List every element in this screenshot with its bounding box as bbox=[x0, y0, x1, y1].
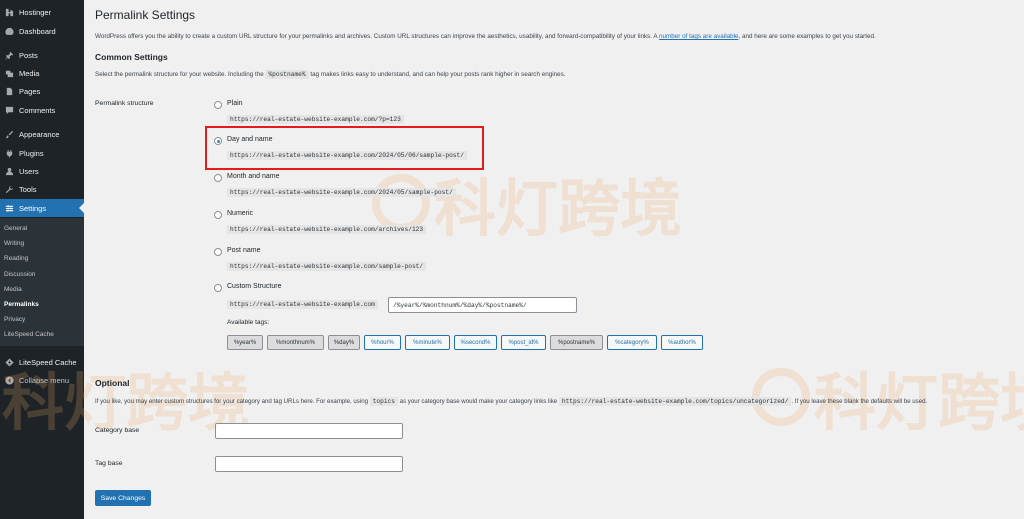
submenu-writing[interactable]: Writing bbox=[4, 240, 24, 247]
submenu-litespeed-cache[interactable]: LiteSpeed Cache bbox=[4, 331, 54, 338]
option-example-post-name: https://real-estate-website-example.com/… bbox=[227, 262, 427, 271]
submenu-privacy[interactable]: Privacy bbox=[4, 316, 25, 323]
page-icon bbox=[4, 86, 14, 96]
menu-label: LiteSpeed Cache bbox=[19, 357, 77, 367]
common-settings-description: Select the permalink structure for your … bbox=[95, 70, 566, 79]
menu-label: Appearance bbox=[19, 129, 60, 139]
menu-posts[interactable]: Posts bbox=[0, 46, 84, 64]
dashboard-icon bbox=[4, 26, 14, 36]
menu-label: Plugins bbox=[19, 148, 44, 158]
watermark: 科灯跨境 bbox=[372, 158, 682, 248]
menu-pages[interactable]: Pages bbox=[0, 82, 84, 100]
tag-day-button[interactable]: %day% bbox=[328, 335, 360, 350]
tag-postname-button[interactable]: %postname% bbox=[550, 335, 603, 350]
radio-post-name[interactable] bbox=[214, 248, 222, 256]
tag-category-button[interactable]: %category% bbox=[607, 335, 657, 350]
menu-media[interactable]: Media bbox=[0, 64, 84, 82]
active-menu-arrow bbox=[79, 203, 84, 213]
menu-label: Collapse menu bbox=[19, 375, 70, 385]
menu-label: Tools bbox=[19, 184, 37, 194]
permalink-structure-label: Permalink structure bbox=[95, 100, 154, 107]
tag-base-input[interactable] bbox=[215, 456, 403, 472]
menu-hostinger[interactable]: Hostinger bbox=[0, 3, 84, 21]
radio-custom-structure[interactable] bbox=[214, 284, 222, 292]
menu-tools[interactable]: Tools bbox=[0, 180, 84, 198]
menu-label: Dashboard bbox=[19, 26, 56, 36]
option-example-numeric: https://real-estate-website-example.com/… bbox=[227, 225, 427, 234]
admin-sidebar: Hostinger Dashboard Posts Media Pages Co… bbox=[0, 0, 84, 519]
intro-text: WordPress offers you the ability to crea… bbox=[95, 33, 876, 40]
menu-users[interactable]: Users bbox=[0, 162, 84, 180]
collapse-icon bbox=[4, 375, 14, 385]
tag-monthnum-button[interactable]: %monthnum% bbox=[267, 335, 324, 350]
custom-structure-input[interactable]: /%year%/%monthnum%/%day%/%postname%/ bbox=[388, 297, 577, 313]
collapse-menu-button[interactable]: Collapse menu bbox=[0, 371, 84, 389]
tag-hour-button[interactable]: %hour% bbox=[364, 335, 401, 350]
brush-icon bbox=[4, 129, 14, 139]
tag-base-label: Tag base bbox=[95, 460, 123, 467]
option-label-numeric: Numeric bbox=[227, 210, 254, 217]
option-label-post-name: Post name bbox=[227, 247, 261, 254]
submenu-general[interactable]: General bbox=[4, 225, 27, 232]
menu-label: Pages bbox=[19, 86, 41, 96]
pin-icon bbox=[4, 50, 14, 60]
tag-author-button[interactable]: %author% bbox=[661, 335, 703, 350]
radio-plain[interactable] bbox=[214, 101, 222, 109]
menu-litespeed-cache[interactable]: LiteSpeed Cache bbox=[0, 353, 84, 371]
menu-label: Media bbox=[19, 68, 40, 78]
menu-settings[interactable]: Settings bbox=[0, 199, 84, 217]
radio-numeric[interactable] bbox=[214, 211, 222, 219]
menu-label: Users bbox=[19, 166, 39, 176]
submenu-media[interactable]: Media bbox=[4, 286, 22, 293]
submenu-discussion[interactable]: Discussion bbox=[4, 271, 35, 278]
settings-icon bbox=[4, 203, 14, 213]
tag-minute-button[interactable]: %minute% bbox=[405, 335, 450, 350]
watermark: 科灯跨境 bbox=[752, 352, 1024, 442]
category-base-label: Category base bbox=[95, 427, 140, 434]
common-settings-heading: Common Settings bbox=[95, 52, 168, 62]
menu-label: Settings bbox=[19, 203, 47, 213]
plug-icon bbox=[4, 148, 14, 158]
radio-month-and-name[interactable] bbox=[214, 174, 222, 182]
option-label-month-and-name: Month and name bbox=[227, 173, 280, 180]
highlight-annotation bbox=[205, 126, 484, 170]
media-icon bbox=[4, 68, 14, 78]
option-label-custom-structure: Custom Structure bbox=[227, 283, 282, 290]
tags-available-link[interactable]: number of tags are available bbox=[659, 33, 738, 40]
menu-label: Posts bbox=[19, 50, 38, 60]
optional-description: If you like, you may enter custom struct… bbox=[95, 397, 928, 406]
hostinger-icon bbox=[4, 7, 14, 17]
menu-plugins[interactable]: Plugins bbox=[0, 144, 84, 162]
wrench-icon bbox=[4, 184, 14, 194]
menu-appearance[interactable]: Appearance bbox=[0, 125, 84, 143]
page-title: Permalink Settings bbox=[95, 8, 196, 22]
litespeed-icon bbox=[4, 357, 14, 367]
tag-second-button[interactable]: %second% bbox=[454, 335, 497, 350]
custom-structure-prefix: https://real-estate-website-example.com bbox=[227, 300, 378, 309]
category-base-input[interactable] bbox=[215, 423, 403, 439]
watermark-logo bbox=[372, 174, 430, 232]
option-example-plain: https://real-estate-website-example.com/… bbox=[227, 115, 404, 124]
submenu-permalinks[interactable]: Permalinks bbox=[4, 301, 39, 308]
tag-year-button[interactable]: %year% bbox=[227, 335, 263, 350]
available-tags-label: Available tags: bbox=[227, 319, 270, 326]
tag-post-id-button[interactable]: %post_id% bbox=[501, 335, 546, 350]
settings-submenu: General Writing Reading Discussion Media… bbox=[0, 218, 84, 346]
submenu-reading[interactable]: Reading bbox=[4, 255, 28, 262]
option-label-plain: Plain bbox=[227, 100, 243, 107]
menu-dashboard[interactable]: Dashboard bbox=[0, 22, 84, 40]
optional-heading: Optional bbox=[95, 378, 130, 388]
option-example-month-and-name: https://real-estate-website-example.com/… bbox=[227, 188, 456, 197]
comment-icon bbox=[4, 105, 14, 115]
menu-label: Comments bbox=[19, 105, 56, 115]
menu-comments[interactable]: Comments bbox=[0, 101, 84, 119]
user-icon bbox=[4, 166, 14, 176]
menu-label: Hostinger bbox=[19, 7, 52, 17]
save-changes-button[interactable]: Save Changes bbox=[95, 490, 151, 506]
